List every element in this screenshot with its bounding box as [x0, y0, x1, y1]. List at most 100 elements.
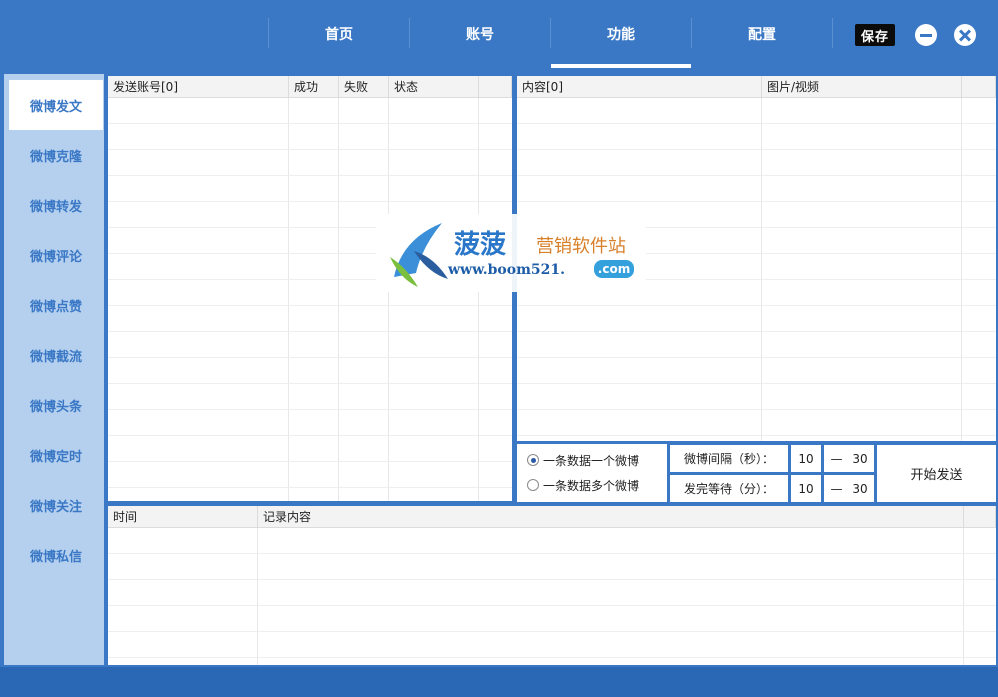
- sidebar-item-schedule[interactable]: 微博定时: [9, 430, 103, 480]
- column-header-blank: [964, 506, 996, 528]
- column-header-record[interactable]: 记录内容: [258, 506, 964, 528]
- sidebar-item-label: 微博私信: [29, 549, 82, 565]
- radio-label: 一条数据多个微博: [543, 478, 640, 493]
- sidebar-item-label: 微博发文: [29, 99, 82, 115]
- table-header: 时间 记录内容: [108, 506, 996, 528]
- column-header-content[interactable]: 内容[0]: [517, 76, 762, 98]
- close-icon[interactable]: [954, 24, 976, 46]
- table-row: [517, 305, 996, 306]
- start-send-button[interactable]: 开始发送: [877, 445, 996, 502]
- start-send-label: 开始发送: [910, 468, 963, 483]
- grid-column-line: [963, 528, 964, 665]
- table-row: [108, 175, 512, 176]
- radio-multi-per-post[interactable]: 一条数据多个微博: [527, 477, 639, 493]
- mode-radio-group: 一条数据一个微博 一条数据多个微博: [517, 444, 667, 502]
- radio-one-per-post[interactable]: 一条数据一个微博: [527, 452, 639, 468]
- table-body: [108, 98, 512, 501]
- table-row: [108, 605, 996, 606]
- tab-config[interactable]: 配置: [692, 0, 832, 68]
- sidebar-item-label: 微博关注: [29, 499, 82, 515]
- interval-max-input[interactable]: 30: [846, 445, 874, 472]
- logo-leaf-icon: [390, 223, 448, 287]
- log-table[interactable]: 时间 记录内容: [108, 506, 996, 665]
- bottom-status-bar: [0, 667, 998, 697]
- tab-home[interactable]: 首页: [269, 0, 409, 68]
- tab-function-label: 功能: [607, 27, 635, 43]
- radio-checked-icon: [527, 454, 539, 466]
- table-row: [108, 553, 996, 554]
- table-row: [108, 579, 996, 580]
- sidebar-item-clone[interactable]: 微博克隆: [9, 130, 103, 180]
- column-header-time[interactable]: 时间: [108, 506, 258, 528]
- tab-home-label: 首页: [325, 27, 353, 43]
- table-body: [108, 528, 996, 665]
- column-header-success[interactable]: 成功: [289, 76, 339, 98]
- sidebar-item-follow[interactable]: 微博关注: [9, 480, 103, 530]
- sidebar-item-repost[interactable]: 微博转发: [9, 180, 103, 230]
- grid-column-line: [478, 98, 479, 501]
- sidebar-item-like[interactable]: 微博点赞: [9, 280, 103, 330]
- table-row: [108, 357, 512, 358]
- minimize-icon[interactable]: [915, 24, 937, 46]
- grid-column-line: [338, 98, 339, 501]
- column-header-fail[interactable]: 失败: [339, 76, 389, 98]
- column-header-blank: [479, 76, 512, 98]
- table-row: [108, 657, 996, 658]
- table-row: [108, 409, 512, 410]
- sidebar-item-label: 微博评论: [29, 249, 82, 265]
- table-row: [108, 487, 512, 488]
- watermark-tld-badge: .com: [594, 260, 634, 278]
- column-header-status[interactable]: 状态: [389, 76, 479, 98]
- sidebar-item-label: 微博定时: [29, 449, 82, 465]
- wait-max-input[interactable]: 30: [846, 475, 874, 502]
- watermark-subtitle: 营销软件站: [536, 236, 626, 257]
- sidebar-item-label: 微博头条: [29, 399, 82, 415]
- table-row: [517, 149, 996, 150]
- table-row: [517, 331, 996, 332]
- table-row: [517, 383, 996, 384]
- table-row: [108, 331, 512, 332]
- sidebar-item-comment[interactable]: 微博评论: [9, 230, 103, 280]
- save-button[interactable]: 保存: [855, 24, 895, 46]
- grid-column-line: [257, 528, 258, 665]
- tab-account-label: 账号: [466, 27, 494, 43]
- table-row: [517, 175, 996, 176]
- table-row: [108, 631, 996, 632]
- sidebar-item-label: 微博点赞: [29, 299, 82, 315]
- table-row: [108, 201, 512, 202]
- watermark-logo: 菠菠 营销软件站 www.boom521. .com: [376, 214, 646, 292]
- interval-min-input[interactable]: 10: [791, 445, 821, 472]
- tab-function[interactable]: 功能: [551, 0, 691, 68]
- column-header-account[interactable]: 发送账号[0]: [108, 76, 289, 98]
- table-row: [108, 383, 512, 384]
- sidebar-item-label: 微博截流: [29, 349, 82, 365]
- sidebar-item-message[interactable]: 微博私信: [9, 530, 103, 580]
- tab-config-label: 配置: [748, 27, 776, 43]
- radio-label: 一条数据一个微博: [543, 453, 640, 468]
- sidebar-item-intercept[interactable]: 微博截流: [9, 330, 103, 380]
- table-header: 发送账号[0] 成功 失败 状态: [108, 76, 512, 98]
- top-nav-bar: 首页 账号 功能 配置 保存: [0, 0, 998, 68]
- table-row: [108, 461, 512, 462]
- tab-account[interactable]: 账号: [410, 0, 550, 68]
- sidebar-item-headline[interactable]: 微博头条: [9, 380, 103, 430]
- sidebar-item-post[interactable]: 微博发文: [9, 80, 103, 130]
- sidebar: 微博发文 微博克隆 微博转发 微博评论 微博点赞 微博截流 微博头条 微博定时 …: [4, 74, 104, 665]
- grid-column-line: [388, 98, 389, 501]
- table-row: [108, 149, 512, 150]
- radio-unchecked-icon: [527, 479, 539, 491]
- table-header: 内容[0] 图片/视频: [517, 76, 996, 98]
- tab-underline-active: [551, 64, 691, 68]
- table-row: [517, 123, 996, 124]
- wait-label: 发完等待（分）：: [670, 475, 788, 502]
- table-row: [108, 305, 512, 306]
- watermark-name: 菠菠: [454, 230, 507, 260]
- table-row: [517, 357, 996, 358]
- nav-divider: [832, 18, 833, 48]
- column-header-blank: [962, 76, 996, 98]
- table-row: [517, 409, 996, 410]
- wait-min-input[interactable]: 10: [791, 475, 821, 502]
- column-header-media[interactable]: 图片/视频: [762, 76, 962, 98]
- grid-column-line: [288, 98, 289, 501]
- table-row: [517, 435, 996, 436]
